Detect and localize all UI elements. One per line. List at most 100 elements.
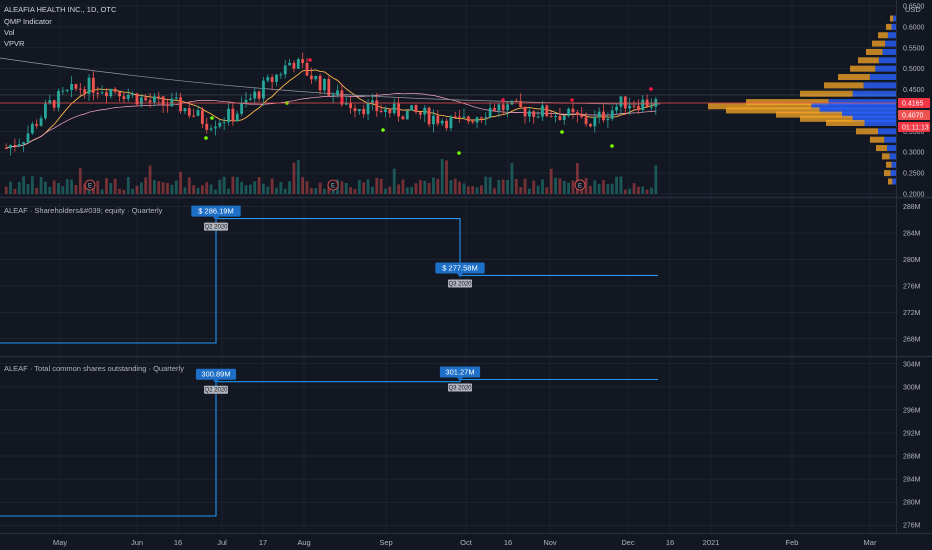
- volume-bar: [650, 187, 653, 194]
- equity-pane-title[interactable]: ALEAF · Shareholders&#039; equity · Quar…: [4, 206, 162, 215]
- candle-body: [57, 90, 60, 108]
- candle-body: [388, 109, 392, 114]
- candle-body: [514, 100, 518, 102]
- candle-body: [480, 117, 483, 119]
- price-tick: 0.2000: [903, 192, 925, 199]
- candle-body: [523, 107, 527, 117]
- candle-body: [70, 84, 73, 91]
- volume-bar: [118, 188, 121, 194]
- candle-body: [510, 100, 514, 105]
- value-tag-text: $ 286.19M: [198, 207, 233, 216]
- candle-body: [397, 103, 400, 117]
- candle-body: [296, 59, 300, 69]
- candle-body: [65, 90, 69, 92]
- candle-body: [436, 115, 440, 124]
- candle-body: [567, 108, 571, 116]
- candle-body: [371, 100, 374, 103]
- volume-bar: [532, 180, 536, 194]
- quarter-tag-text: Q3 2020: [448, 386, 472, 392]
- candle-body: [506, 104, 509, 110]
- vpvr-up-bar: [876, 145, 887, 152]
- volume-bar: [218, 179, 222, 194]
- volume-bar: [353, 189, 357, 194]
- time-label-jul: Jul: [217, 538, 227, 547]
- indicator-qmp-label[interactable]: QMP Indicator: [4, 17, 52, 26]
- volume-bar: [105, 178, 108, 194]
- time-label-oct: Oct: [460, 538, 473, 547]
- volume-bar: [22, 176, 26, 194]
- volume-bar: [13, 188, 17, 194]
- price-tick: 0.5500: [903, 45, 925, 52]
- volume-bar: [449, 180, 453, 194]
- candle-body: [9, 145, 12, 149]
- symbol-title[interactable]: ALEAFIA HEALTH INC., 1D, OTC: [4, 5, 116, 14]
- candle-body: [314, 75, 318, 80]
- volume-bar: [392, 168, 396, 194]
- time-label-16: 16: [666, 538, 674, 547]
- shares-tick: 296M: [903, 407, 921, 414]
- candle-body: [462, 116, 466, 118]
- candle-body: [122, 96, 126, 99]
- shares-tick: 280M: [903, 500, 921, 507]
- candle-body: [615, 106, 618, 111]
- volume-bar: [501, 179, 505, 194]
- volume-bar: [231, 176, 235, 194]
- candle-body: [288, 62, 291, 66]
- volume-bar: [423, 180, 427, 194]
- vpvr-down-bar: [892, 178, 896, 185]
- volume-bar: [484, 176, 488, 194]
- candle-body: [83, 89, 87, 94]
- candle-body: [13, 145, 17, 147]
- candle-body: [39, 118, 43, 126]
- candle-body: [105, 92, 108, 97]
- candle-body: [30, 124, 34, 134]
- equity-tick: 276M: [903, 283, 921, 290]
- volume-bar: [301, 177, 305, 194]
- volume-bar: [200, 185, 204, 194]
- volume-bar: [318, 182, 322, 194]
- candle-body: [170, 98, 174, 107]
- candle-body: [161, 96, 165, 105]
- indicator-vol-label[interactable]: Vol: [4, 28, 14, 37]
- indicator-vpvr-label[interactable]: VPVR: [4, 39, 24, 48]
- volume-bar: [562, 181, 566, 194]
- candle-body: [353, 108, 357, 112]
- candle-body: [562, 115, 566, 121]
- chart-canvas[interactable]: E E E $ 286.19M Q2 2020 $ 277.58M Q3 2020 300…: [0, 0, 932, 550]
- candle-body: [593, 116, 597, 127]
- volume-bar: [135, 185, 139, 194]
- equity-tick: 284M: [903, 231, 921, 238]
- vpvr-down-bar: [878, 128, 896, 135]
- volume-bar: [166, 182, 169, 194]
- price-tick: 0.5000: [903, 66, 925, 73]
- shares-tick: 300M: [903, 384, 921, 391]
- volume-bar: [288, 181, 291, 194]
- candle-body: [148, 100, 152, 103]
- volume-bar: [641, 186, 645, 194]
- signal-dot: [381, 128, 385, 132]
- equity-tick: 272M: [903, 310, 921, 317]
- volume-bar: [57, 183, 60, 194]
- volume-bar: [196, 187, 200, 194]
- candle-body: [541, 105, 544, 117]
- vpvr-up-bar: [890, 15, 894, 22]
- vpvr-up-bar: [882, 153, 890, 160]
- volume-bar: [35, 187, 39, 194]
- volume-bar: [418, 180, 422, 194]
- volume-bar: [44, 181, 47, 194]
- candle-body: [418, 112, 422, 115]
- shares-pane-title[interactable]: ALEAF · Total common shares outstanding …: [4, 364, 184, 373]
- volume-bar: [183, 187, 187, 194]
- candle-body: [427, 107, 431, 125]
- candle-body: [235, 113, 239, 121]
- price-tick: 0.2500: [903, 171, 925, 178]
- earnings-marker-label: E: [88, 184, 92, 190]
- candle-body: [602, 111, 605, 121]
- candle-body: [266, 77, 270, 81]
- volume-bar: [113, 178, 117, 194]
- candle-body: [484, 117, 488, 119]
- candle-body: [157, 96, 161, 98]
- candle-body: [641, 99, 645, 111]
- volume-bar: [436, 178, 440, 194]
- volume-bar: [623, 189, 627, 194]
